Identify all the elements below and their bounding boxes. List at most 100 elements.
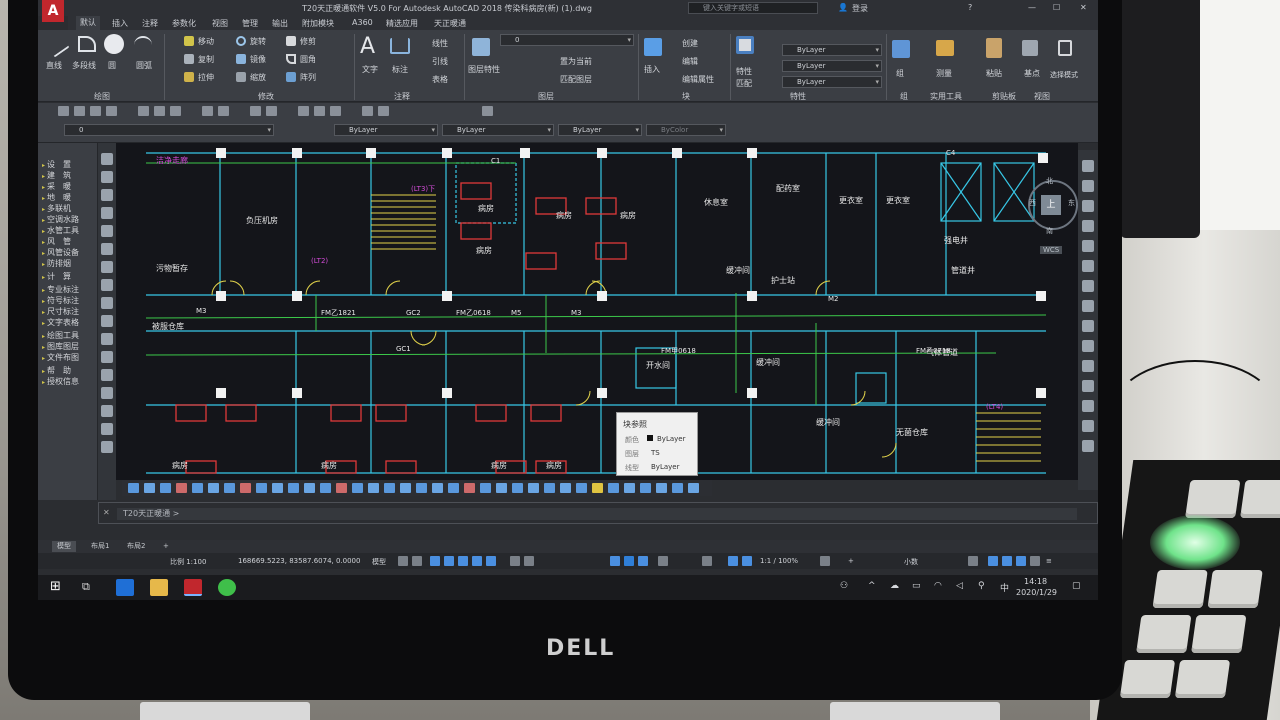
new-icon[interactable] <box>58 106 69 116</box>
snap-tool-icon[interactable] <box>208 483 219 493</box>
snap-tool-icon[interactable] <box>432 483 443 493</box>
palette-item-smoke-control[interactable]: 防排烟 <box>42 258 71 269</box>
user-icon[interactable]: 👤 <box>838 3 848 12</box>
snap-tool-icon[interactable] <box>224 483 235 493</box>
paste-button[interactable]: 粘贴 <box>986 68 1002 79</box>
snap-tool-icon[interactable] <box>544 483 555 493</box>
tab-output[interactable]: 输出 <box>272 18 288 29</box>
palette-item-drawing-tools[interactable]: 绘图工具 <box>42 330 79 341</box>
snap-tool-icon[interactable] <box>144 483 155 493</box>
measure-button[interactable]: 测量 <box>936 68 952 79</box>
task-view-icon[interactable]: ⧉ <box>82 580 90 594</box>
snap-tool-icon[interactable] <box>592 483 603 493</box>
save-icon[interactable] <box>90 106 101 116</box>
maximize-button[interactable]: ☐ <box>1053 3 1060 12</box>
designcenter-icon[interactable] <box>314 106 325 116</box>
tab-annotate[interactable]: 注释 <box>142 18 158 29</box>
array-button[interactable]: 阵列 <box>300 72 316 83</box>
palette-item-heating[interactable]: 采 暖 <box>42 181 71 192</box>
layer-state-dropdown[interactable]: 0 <box>64 124 274 136</box>
draw-tool-icon[interactable] <box>101 261 113 273</box>
tray-expand-icon[interactable]: ^ <box>868 581 876 591</box>
snap-tool-icon[interactable] <box>128 483 139 493</box>
nav-tool-icon[interactable] <box>1082 160 1094 172</box>
minimize-button[interactable]: — <box>1028 3 1036 12</box>
edit-attributes-button[interactable]: 编辑属性 <box>682 74 714 85</box>
print-icon[interactable] <box>106 106 117 116</box>
move-button[interactable]: 移动 <box>198 36 214 47</box>
tool-palette-icon[interactable] <box>330 106 341 116</box>
group-button[interactable]: 组 <box>896 68 904 79</box>
lineweight-icon[interactable] <box>510 556 520 566</box>
snap-tool-icon[interactable] <box>448 483 459 493</box>
palette-item-library-layer[interactable]: 图库图层 <box>42 341 79 352</box>
trim-button[interactable]: 修剪 <box>300 36 316 47</box>
ime-indicator[interactable]: 中 <box>1000 581 1009 594</box>
viewcube-east[interactable]: 东 <box>1068 198 1075 208</box>
palette-item-calculation[interactable]: 计 算 <box>42 271 71 282</box>
mirror-button[interactable]: 镜像 <box>250 54 266 65</box>
snap-tool-icon[interactable] <box>512 483 523 493</box>
viewcube-south[interactable]: 南 <box>1046 226 1053 236</box>
tab-addins[interactable]: 附加模块 <box>302 18 334 29</box>
customization-menu-icon[interactable]: ≡ <box>1046 557 1052 565</box>
nav-tool-icon[interactable] <box>1082 320 1094 332</box>
snap-tool-icon[interactable] <box>240 483 251 493</box>
snap-tool-icon[interactable] <box>480 483 491 493</box>
plotstyle-control[interactable]: ByColor <box>646 124 726 136</box>
draw-tool-icon[interactable] <box>101 333 113 345</box>
draw-tool-icon[interactable] <box>101 189 113 201</box>
wechat-icon[interactable] <box>218 579 236 596</box>
selection-cycling-icon[interactable] <box>610 556 620 566</box>
set-current-button[interactable]: 置为当前 <box>560 56 592 67</box>
rotate-button[interactable]: 旋转 <box>250 36 266 47</box>
stretch-button[interactable]: 拉伸 <box>198 72 214 83</box>
ortho-icon[interactable] <box>430 556 440 566</box>
clean-screen-icon[interactable] <box>1030 556 1040 566</box>
osnap-tracking-icon[interactable] <box>472 556 482 566</box>
draw-tool-icon[interactable] <box>101 153 113 165</box>
snap-tool-icon[interactable] <box>176 483 187 493</box>
tab-manage[interactable]: 管理 <box>242 18 258 29</box>
nav-tool-icon[interactable] <box>1082 180 1094 192</box>
tab-view[interactable]: 视图 <box>212 18 228 29</box>
snap-tool-icon[interactable] <box>528 483 539 493</box>
lineweight-dropdown[interactable]: ByLayer <box>782 76 882 88</box>
linear-dim-button[interactable]: 线性 <box>432 38 448 49</box>
viewcube-top-face[interactable]: 上 <box>1041 195 1061 215</box>
nav-tool-icon[interactable] <box>1082 240 1094 252</box>
volume-icon[interactable]: ◁ <box>956 581 963 591</box>
draw-tool-icon[interactable] <box>101 297 113 309</box>
nav-tool-icon[interactable] <box>1082 440 1094 452</box>
tab-parametric[interactable]: 参数化 <box>172 18 196 29</box>
properties-button[interactable]: 特性 <box>736 66 752 77</box>
taskbar-date[interactable]: 2020/1/29 <box>1016 588 1057 597</box>
zoom-icon[interactable] <box>266 106 277 116</box>
snap-tool-icon[interactable] <box>400 483 411 493</box>
snap-tool-icon[interactable] <box>624 483 635 493</box>
redo-icon[interactable] <box>218 106 229 116</box>
dynamic-ucs-icon[interactable] <box>638 556 648 566</box>
windows-start-icon[interactable]: ⊞ <box>50 579 61 594</box>
autocad-logo-icon[interactable]: A <box>42 0 64 22</box>
drawing-canvas[interactable]: 负压机房 病房 病房 病房 病房 休息室 配药室 更衣室 更衣室 缓冲间 护士站… <box>116 143 1078 480</box>
palette-item-text-table[interactable]: 文字表格 <box>42 317 79 328</box>
cut-icon[interactable] <box>138 106 149 116</box>
color-dropdown[interactable]: ByLayer <box>782 44 882 56</box>
tab-layout2[interactable]: 布局2 <box>122 541 150 552</box>
tab-default[interactable]: 默认 <box>76 16 100 30</box>
display-icon[interactable]: ▭ <box>912 581 921 591</box>
snap-tool-icon[interactable] <box>464 483 475 493</box>
transparency-icon[interactable] <box>524 556 534 566</box>
snap-tool-icon[interactable] <box>352 483 363 493</box>
copy-icon[interactable] <box>154 106 165 116</box>
nav-tool-icon[interactable] <box>1082 420 1094 432</box>
quick-properties-icon[interactable] <box>968 556 978 566</box>
tab-a360[interactable]: A360 <box>352 18 373 27</box>
palette-item-vrf[interactable]: 多联机 <box>42 203 71 214</box>
edge-browser-icon[interactable] <box>116 579 134 596</box>
snap-tool-icon[interactable] <box>688 483 699 493</box>
layer-properties-button[interactable]: 图层特性 <box>468 64 500 75</box>
undo-icon[interactable] <box>202 106 213 116</box>
close-button[interactable]: ✕ <box>1080 3 1087 12</box>
